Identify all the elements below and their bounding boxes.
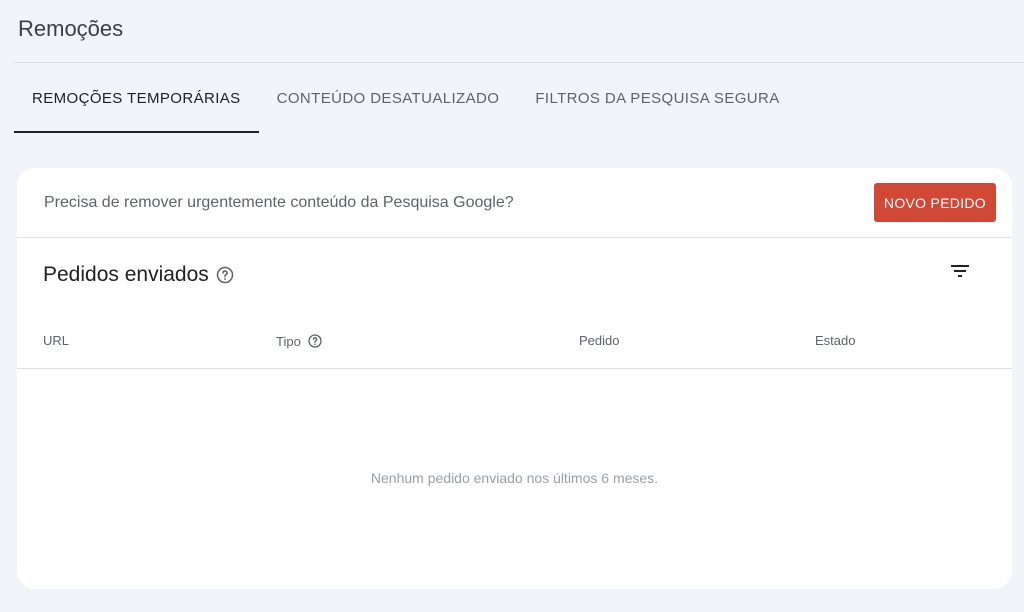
urgent-removal-banner: Precisa de remover urgentemente conteúdo… — [17, 168, 1012, 238]
column-header-type[interactable]: Tipo — [276, 333, 323, 349]
filter-list-icon[interactable] — [948, 259, 972, 283]
new-request-button[interactable]: NOVO PEDIDO — [873, 183, 996, 222]
tab-safesearch-filters[interactable]: FILTROS DA PESQUISA SEGURA — [517, 63, 797, 133]
column-header-status[interactable]: Estado — [815, 333, 855, 348]
page-title: Remoções — [18, 16, 124, 41]
banner-text: Precisa de remover urgentemente conteúdo… — [44, 193, 514, 211]
tab-bar: REMOÇÕES TEMPORÁRIAS CONTEÚDO DESATUALIZ… — [14, 63, 798, 133]
column-label-request: Pedido — [579, 333, 620, 348]
section-title-group: Pedidos enviados — [43, 263, 235, 287]
help-circle-icon[interactable] — [307, 333, 323, 349]
column-header-url[interactable]: URL — [43, 333, 69, 348]
column-label-status: Estado — [815, 333, 856, 348]
section-title: Pedidos enviados — [43, 262, 209, 286]
empty-state: Nenhum pedido enviado nos últimos 6 mese… — [17, 369, 1012, 587]
section-header: Pedidos enviados — [17, 238, 1012, 311]
help-circle-icon[interactable] — [215, 265, 235, 285]
tab-outdated-content[interactable]: CONTEÚDO DESATUALIZADO — [259, 63, 518, 133]
column-label-url: URL — [43, 333, 70, 348]
column-label-type: Tipo — [276, 333, 301, 349]
requests-card: Precisa de remover urgentemente conteúdo… — [17, 168, 1012, 589]
column-header-request[interactable]: Pedido — [579, 333, 619, 348]
empty-state-message: Nenhum pedido enviado nos últimos 6 mese… — [370, 470, 659, 486]
tab-temporary-removals[interactable]: REMOÇÕES TEMPORÁRIAS — [14, 63, 259, 133]
table-header: URL Tipo Pedido Estado — [17, 311, 1012, 369]
